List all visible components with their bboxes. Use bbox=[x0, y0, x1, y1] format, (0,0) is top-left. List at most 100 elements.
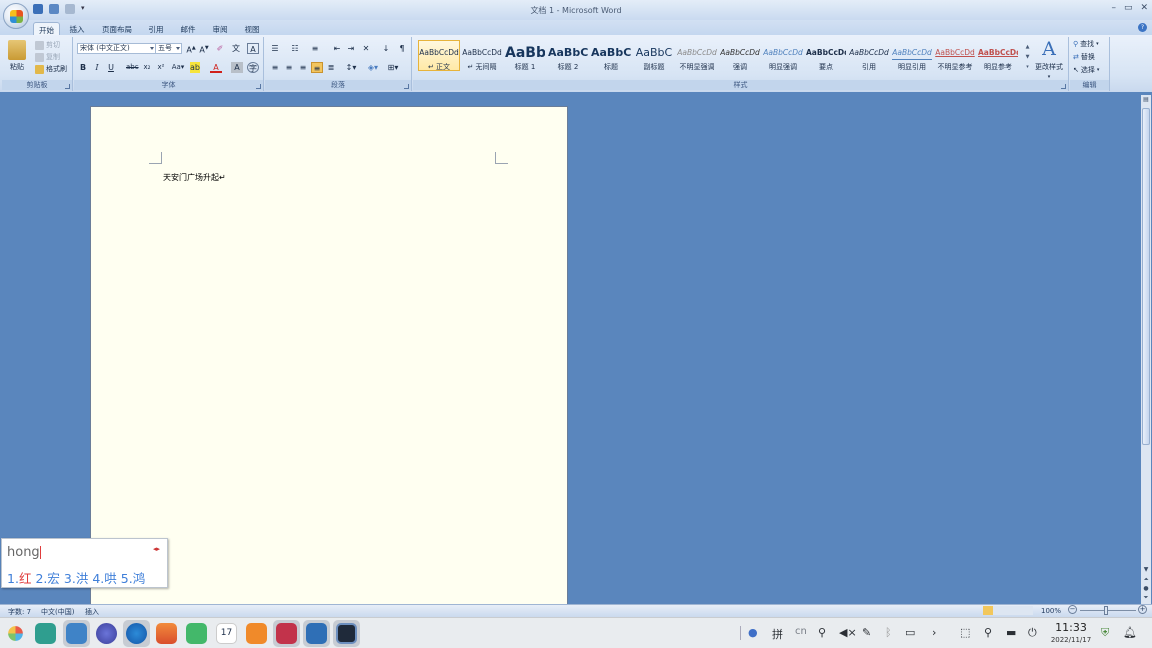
keyboard-icon[interactable]: ▬ bbox=[1006, 626, 1016, 639]
borders-icon[interactable]: ⊞▾ bbox=[385, 62, 401, 73]
document-app-icon[interactable] bbox=[336, 623, 357, 644]
security-shield-icon[interactable]: ⛨ bbox=[1101, 626, 1109, 640]
style-tile[interactable]: AaBbCcDd 明显引用 bbox=[891, 40, 933, 71]
font-name-combo[interactable]: 宋体 (中文正文) bbox=[77, 43, 156, 54]
lang-indicator[interactable]: cn bbox=[795, 626, 807, 637]
style-tile[interactable]: AaBbCcDd 不明显强调 bbox=[676, 40, 718, 71]
tab-review[interactable]: 审阅 bbox=[206, 22, 234, 35]
store-bag-icon[interactable] bbox=[246, 623, 267, 644]
subscript-icon[interactable]: x₂ bbox=[141, 62, 153, 73]
scroll-down-icon[interactable]: ▼ bbox=[1142, 566, 1150, 574]
music-icon[interactable] bbox=[186, 623, 207, 644]
shrink-font-icon[interactable]: A▼ bbox=[198, 43, 210, 55]
style-tile[interactable]: AaBbCcDd 明显强调 bbox=[762, 40, 804, 71]
style-tile[interactable]: AaBbCcDd 强调 bbox=[719, 40, 761, 71]
chinese-layout-icon[interactable]: ✕ bbox=[360, 43, 372, 54]
scroll-thumb[interactable] bbox=[1142, 108, 1150, 445]
sort-icon[interactable]: ↓ bbox=[380, 43, 392, 54]
copy-button[interactable]: 复制 bbox=[35, 52, 60, 62]
decrease-indent-icon[interactable]: ⇤ bbox=[331, 43, 343, 54]
tab-home[interactable]: 开始 bbox=[33, 22, 60, 35]
zoom-slider-thumb[interactable] bbox=[1104, 606, 1108, 615]
align-left-icon[interactable]: ≡ bbox=[269, 62, 281, 73]
ime-status-icon[interactable]: ● bbox=[748, 626, 758, 639]
word-count[interactable]: 字数: 7 bbox=[8, 607, 31, 617]
calendar-icon[interactable]: 17 bbox=[216, 623, 237, 644]
ime-mode[interactable]: 拼 bbox=[772, 626, 783, 642]
line-spacing-icon[interactable]: ↕▾ bbox=[343, 62, 359, 73]
start-menu-icon[interactable] bbox=[8, 626, 23, 641]
shading-icon[interactable]: ◈▾ bbox=[365, 62, 381, 73]
volume-muted-icon[interactable]: ◀× bbox=[839, 626, 857, 639]
underline-icon[interactable]: U bbox=[105, 62, 117, 73]
find-button[interactable]: ⚲ 查找 ▾ bbox=[1073, 39, 1099, 49]
zoom-out-icon[interactable]: − bbox=[1068, 605, 1077, 614]
close-icon[interactable]: ✕ bbox=[1140, 3, 1148, 13]
italic-icon[interactable]: I bbox=[91, 62, 103, 73]
font-color-icon[interactable]: A bbox=[210, 62, 222, 73]
search-icon[interactable]: ⚲ bbox=[984, 626, 992, 639]
notification-bell-icon[interactable]: 🔔︎ bbox=[1123, 626, 1137, 639]
style-tile[interactable]: AaBbCcDd ↵ 无间隔 bbox=[461, 40, 503, 71]
browser-icon[interactable] bbox=[126, 623, 147, 644]
highlight-icon[interactable]: ab bbox=[190, 62, 200, 73]
replace-button[interactable]: ⇄ 替换 bbox=[1073, 52, 1095, 62]
image-viewer-icon[interactable] bbox=[156, 623, 177, 644]
justify-icon[interactable]: ≡ bbox=[311, 62, 323, 73]
zoom-level[interactable]: 100% bbox=[1041, 607, 1061, 615]
select-button[interactable]: ↖ 选择 ▾ bbox=[1073, 65, 1099, 75]
tab-references[interactable]: 引用 bbox=[142, 22, 170, 35]
styles-launcher-icon[interactable] bbox=[1061, 84, 1066, 89]
show-marks-icon[interactable]: ¶ bbox=[396, 43, 408, 54]
document-page[interactable] bbox=[90, 106, 568, 606]
format-painter-button[interactable]: 格式刷 bbox=[35, 64, 67, 74]
language-status[interactable]: 中文(中国) bbox=[41, 607, 74, 617]
browse-object-icon[interactable]: ● bbox=[1142, 585, 1150, 593]
multilevel-list-icon[interactable]: ≡ bbox=[309, 43, 321, 54]
document-text[interactable]: 天安门广场升起↵ bbox=[163, 172, 226, 183]
style-tile[interactable]: AaBbCcDd 明显参考 bbox=[977, 40, 1019, 71]
pen-icon[interactable]: ✎ bbox=[862, 626, 871, 639]
prev-page-icon[interactable]: ⏶ bbox=[1142, 576, 1150, 584]
wps-icon[interactable] bbox=[276, 623, 297, 644]
ime-candidate[interactable]: 1.红 bbox=[7, 571, 31, 586]
screenshot-icon[interactable]: ⬚ bbox=[960, 626, 970, 639]
battery-icon[interactable]: ▭ bbox=[905, 626, 915, 639]
style-tile[interactable]: AaBbCcDd 不明显参考 bbox=[934, 40, 976, 71]
usb-icon[interactable]: ⚲ bbox=[818, 626, 826, 639]
insert-mode[interactable]: 插入 bbox=[85, 607, 99, 617]
ime-candidate[interactable]: 4.哄 bbox=[92, 571, 116, 586]
tab-view[interactable]: 视图 bbox=[238, 22, 266, 35]
style-tile[interactable]: AaBbCcDd ↵ 正文 bbox=[418, 40, 460, 71]
change-styles-button[interactable]: A 更改样式 ▾ bbox=[1034, 38, 1064, 80]
numbering-icon[interactable]: ☷ bbox=[289, 43, 301, 54]
align-center-icon[interactable]: ≡ bbox=[283, 62, 295, 73]
style-tile[interactable]: AaBbC 标题 2 bbox=[547, 40, 589, 71]
tab-insert[interactable]: 插入 bbox=[64, 22, 90, 35]
font-launcher-icon[interactable] bbox=[256, 84, 261, 89]
ime-candidate[interactable]: 3.洪 bbox=[64, 571, 88, 586]
strikethrough-icon[interactable]: abc bbox=[126, 62, 139, 73]
bluetooth-icon[interactable]: ᛒ bbox=[885, 626, 892, 639]
increase-indent-icon[interactable]: ⇥ bbox=[345, 43, 357, 54]
tab-page-layout[interactable]: 页面布局 bbox=[96, 22, 138, 35]
bullets-icon[interactable]: ☰ bbox=[269, 43, 281, 54]
ime-candidate[interactable]: 2.宏 bbox=[35, 571, 59, 586]
zoom-in-icon[interactable]: + bbox=[1138, 605, 1147, 614]
clipboard-launcher-icon[interactable] bbox=[65, 84, 70, 89]
phonetic-guide-icon[interactable]: 文 bbox=[230, 43, 242, 54]
change-case-icon[interactable]: Aa▾ bbox=[170, 62, 186, 73]
bold-icon[interactable]: B bbox=[77, 62, 89, 73]
style-tile[interactable]: AaBb 标题 1 bbox=[504, 40, 546, 71]
chevron-right-icon[interactable]: › bbox=[932, 626, 936, 639]
style-tile[interactable]: AaBbCcDd 要点 bbox=[805, 40, 847, 71]
ruler-toggle-icon[interactable]: ▤ bbox=[1142, 96, 1150, 104]
power-icon[interactable]: ⏻ bbox=[1028, 626, 1037, 640]
ime-page-arrows[interactable]: ◂▸ bbox=[153, 545, 160, 553]
word-app-icon[interactable] bbox=[306, 623, 327, 644]
maximize-icon[interactable]: ▭ bbox=[1124, 3, 1133, 13]
office-button[interactable] bbox=[3, 3, 29, 29]
cut-button[interactable]: 剪切 bbox=[35, 40, 60, 50]
paragraph-launcher-icon[interactable] bbox=[404, 84, 409, 89]
superscript-icon[interactable]: x² bbox=[155, 62, 167, 73]
